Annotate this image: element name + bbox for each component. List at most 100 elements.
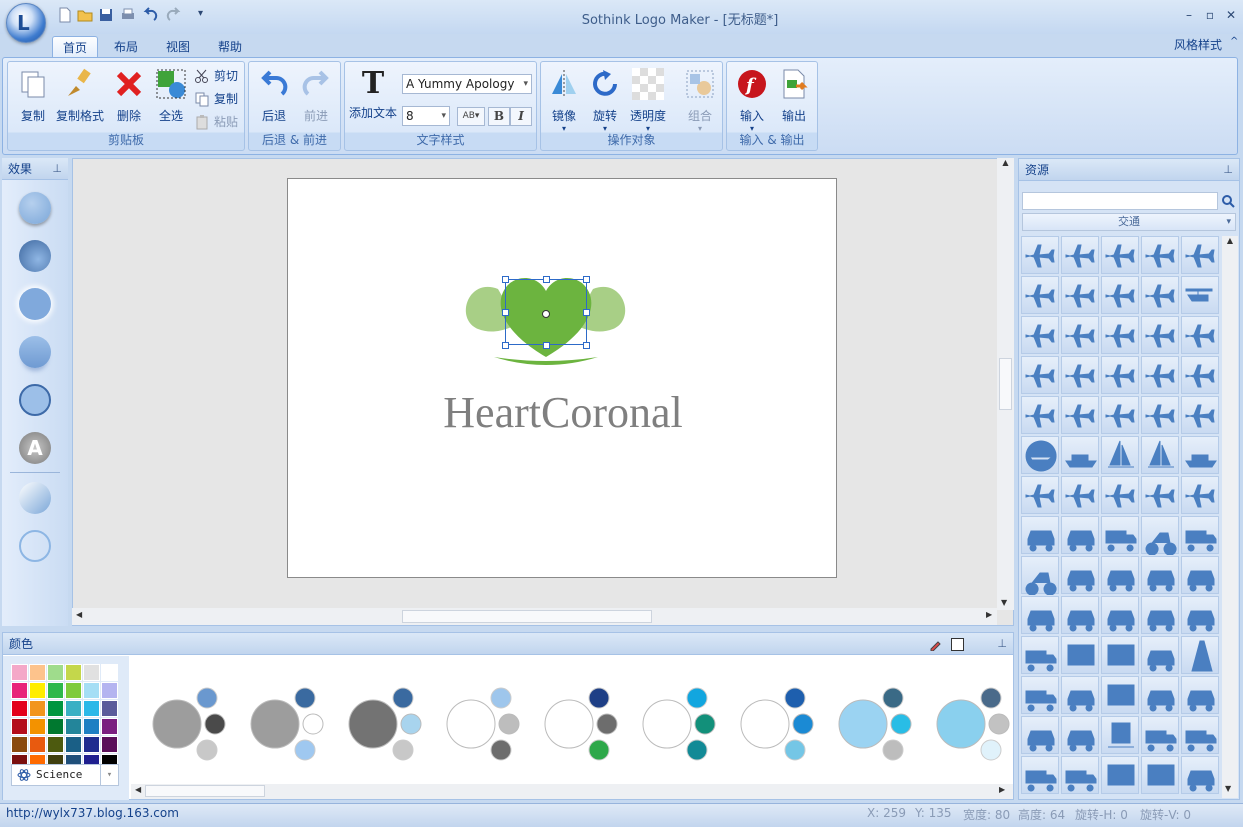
palette-swatch[interactable] xyxy=(11,718,28,735)
resource-item[interactable] xyxy=(1101,516,1139,554)
palette-swatch[interactable] xyxy=(47,682,64,699)
resource-item[interactable] xyxy=(1101,396,1139,434)
resource-item[interactable] xyxy=(1021,556,1059,596)
redo-icon[interactable] xyxy=(164,6,182,24)
resource-item[interactable] xyxy=(1021,236,1059,274)
color-scheme[interactable] xyxy=(249,684,339,764)
resource-scrollbar[interactable]: ▲ ▼ xyxy=(1222,236,1238,798)
palette-swatch[interactable] xyxy=(101,718,118,735)
palette-swatch[interactable] xyxy=(29,736,46,753)
scroll-right-icon[interactable]: ▶ xyxy=(986,610,992,619)
resource-item[interactable] xyxy=(1101,276,1139,314)
palette-swatch[interactable] xyxy=(83,736,100,753)
resource-item[interactable] xyxy=(1021,676,1059,714)
category-select[interactable]: 交通 ▾ xyxy=(1022,213,1236,231)
customize-toolbar-icon[interactable]: ▾ xyxy=(198,8,203,19)
resource-item[interactable] xyxy=(1061,596,1099,634)
resource-item[interactable] xyxy=(1101,596,1139,634)
resource-item[interactable] xyxy=(1181,676,1219,714)
effect-text-bevel[interactable]: A xyxy=(19,432,51,464)
resource-item[interactable] xyxy=(1141,516,1179,556)
color-palette[interactable] xyxy=(11,664,121,771)
pin-icon[interactable]: ⊥ xyxy=(52,158,62,180)
schemes-scroll-thumb[interactable] xyxy=(145,785,265,797)
palette-swatch[interactable] xyxy=(11,700,28,717)
color-scheme[interactable] xyxy=(739,684,829,764)
effect-glow[interactable] xyxy=(19,288,51,320)
resource-item[interactable] xyxy=(1061,356,1099,394)
palette-swatch[interactable] xyxy=(65,700,82,717)
resource-item[interactable] xyxy=(1141,756,1179,794)
resource-item[interactable] xyxy=(1141,236,1179,274)
resource-item[interactable] xyxy=(1021,756,1059,794)
tab-home[interactable]: 首页 xyxy=(52,36,99,58)
effect-outline[interactable] xyxy=(19,530,51,562)
opacity-button[interactable]: 透明度 ▾ xyxy=(625,66,671,133)
rotate-button[interactable]: 旋转 ▾ xyxy=(585,66,625,133)
style-menu[interactable]: 风格样式 xyxy=(1174,36,1222,53)
resource-item[interactable] xyxy=(1101,476,1139,514)
resource-item[interactable] xyxy=(1061,636,1099,674)
resource-item[interactable] xyxy=(1061,556,1099,594)
resource-item[interactable] xyxy=(1101,556,1139,594)
tab-help[interactable]: 帮助 xyxy=(208,36,252,58)
resource-item[interactable] xyxy=(1061,236,1099,274)
redo-button[interactable]: 前进 xyxy=(293,66,339,124)
scroll-down-icon[interactable]: ▼ xyxy=(1001,598,1007,607)
resource-item[interactable] xyxy=(1181,436,1219,474)
resource-item[interactable] xyxy=(1021,356,1059,394)
bold-button[interactable]: B xyxy=(488,107,510,126)
tab-layout[interactable]: 布局 xyxy=(104,36,148,58)
palette-swatch[interactable] xyxy=(47,736,64,753)
resource-item[interactable] xyxy=(1181,356,1219,394)
resource-item[interactable] xyxy=(1101,756,1139,794)
scroll-right-icon[interactable]: ▶ xyxy=(999,785,1005,794)
add-text-button[interactable]: T 添加文本 xyxy=(347,66,399,121)
scroll-left-icon[interactable]: ◀ xyxy=(135,785,141,794)
resource-item[interactable] xyxy=(1061,436,1099,474)
resource-item[interactable] xyxy=(1061,276,1099,314)
format-painter-button[interactable]: 复制格式 xyxy=(54,66,106,124)
palette-swatch[interactable] xyxy=(11,736,28,753)
delete-button[interactable]: 删除 xyxy=(106,66,152,124)
effect-shadow[interactable] xyxy=(19,192,51,224)
resize-handle[interactable] xyxy=(502,342,509,349)
ribbon-expand-icon[interactable]: ^ xyxy=(1230,36,1238,47)
resource-item[interactable] xyxy=(1061,396,1099,434)
search-icon[interactable] xyxy=(1221,194,1235,208)
import-button[interactable]: f 输入 ▾ xyxy=(729,66,775,133)
close-button[interactable]: ✕ xyxy=(1222,8,1240,24)
palette-swatch[interactable] xyxy=(29,664,46,681)
effect-reflection[interactable] xyxy=(19,336,51,368)
resource-item[interactable] xyxy=(1181,556,1219,594)
resource-item[interactable] xyxy=(1181,396,1219,434)
palette-swatch[interactable] xyxy=(47,718,64,735)
effect-inner-shadow[interactable] xyxy=(19,240,51,272)
palette-swatch[interactable] xyxy=(83,700,100,717)
print-icon[interactable] xyxy=(119,6,137,24)
undo-button[interactable]: 后退 xyxy=(251,66,297,124)
resource-item[interactable] xyxy=(1141,476,1179,514)
resource-item[interactable] xyxy=(1061,476,1099,514)
resource-search-input[interactable] xyxy=(1022,192,1218,210)
current-color-swatch[interactable] xyxy=(951,638,964,651)
resource-item[interactable] xyxy=(1021,396,1059,434)
resource-item[interactable] xyxy=(1141,316,1179,354)
scroll-left-icon[interactable]: ◀ xyxy=(76,610,82,619)
vertical-scrollbar[interactable]: ▲ ▼ xyxy=(997,158,1014,610)
vertical-scroll-thumb[interactable] xyxy=(999,358,1012,410)
char-spacing-button[interactable]: AB▾ xyxy=(457,107,485,126)
resource-item[interactable] xyxy=(1021,316,1059,354)
resource-item[interactable] xyxy=(1141,596,1179,634)
palette-swatch[interactable] xyxy=(101,664,118,681)
resource-item[interactable] xyxy=(1061,676,1099,714)
color-scheme[interactable] xyxy=(641,684,731,764)
group-objects-button[interactable]: 组合 ▾ xyxy=(677,66,723,133)
palette-swatch[interactable] xyxy=(65,736,82,753)
resource-item[interactable] xyxy=(1021,476,1059,514)
resize-handle[interactable] xyxy=(502,276,509,283)
copy-small-button[interactable]: 复制 xyxy=(194,89,238,109)
palette-swatch[interactable] xyxy=(47,700,64,717)
color-scheme[interactable] xyxy=(837,684,927,764)
logo-canvas[interactable]: HeartCoronal xyxy=(287,178,837,578)
